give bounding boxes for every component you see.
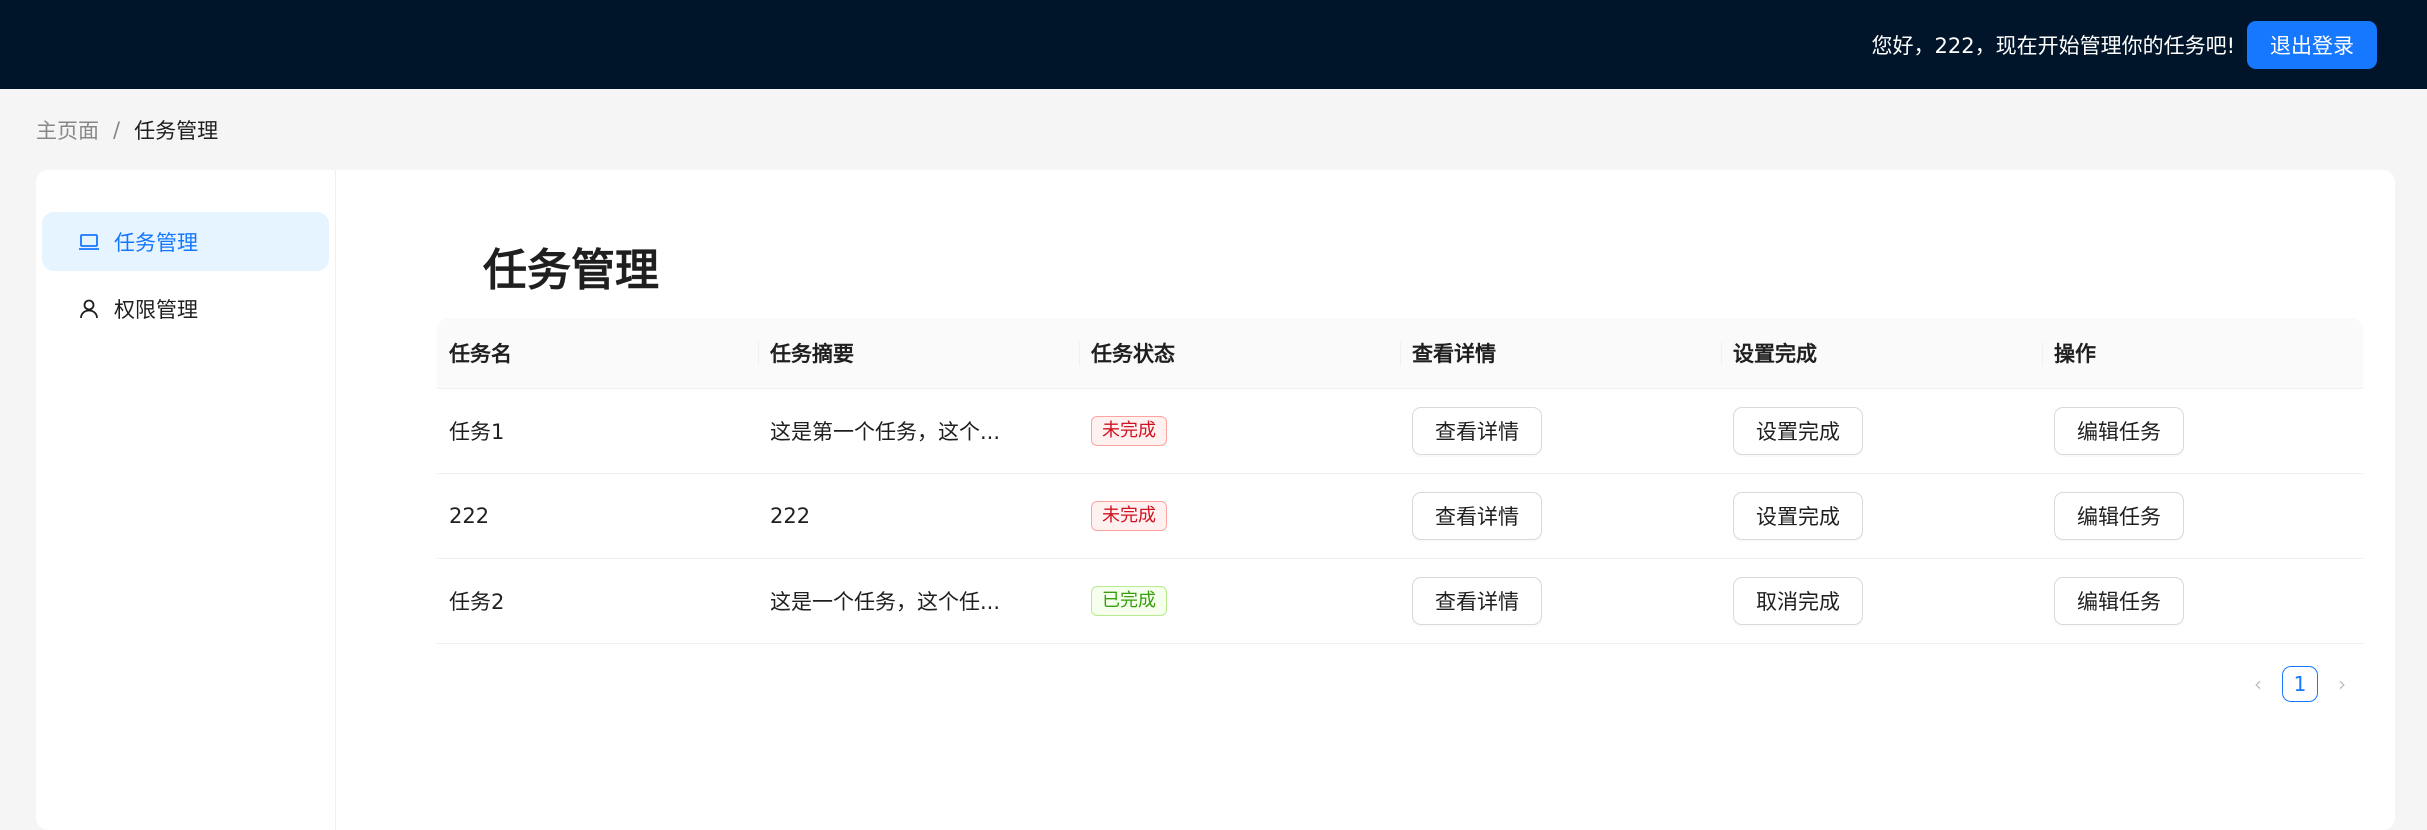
task-summary: 这是第一个任务，这个... (770, 420, 1001, 444)
cancel-complete-button[interactable]: 取消完成 (1733, 577, 1863, 625)
status-badge: 已完成 (1091, 586, 1167, 616)
breadcrumb-home[interactable]: 主页面 (36, 115, 99, 145)
sidebar-menu: 任务管理 权限管理 (36, 170, 336, 830)
table-header: 任务名 任务摘要 任务状态 查看详情 设置完成 操作 (437, 318, 2363, 389)
column-header: 查看详情 (1400, 318, 1721, 389)
edit-task-button[interactable]: 编辑任务 (2054, 577, 2184, 625)
sidebar-item-task-management[interactable]: 任务管理 (42, 212, 329, 271)
task-name: 任务1 (449, 420, 505, 444)
set-complete-button[interactable]: 设置完成 (1733, 407, 1863, 455)
task-name: 222 (449, 504, 490, 528)
sidebar-item-permission-management[interactable]: 权限管理 (42, 279, 329, 338)
view-details-button[interactable]: 查看详情 (1412, 407, 1542, 455)
column-header: 任务状态 (1079, 318, 1400, 389)
task-summary: 222 (770, 504, 811, 528)
view-details-button[interactable]: 查看详情 (1412, 492, 1542, 540)
breadcrumb-current: 任务管理 (134, 119, 219, 143)
laptop-icon (78, 231, 100, 253)
task-summary: 这是一个任务，这个任... (770, 590, 1001, 614)
sidebar-item-label: 任务管理 (114, 230, 198, 255)
table-row: 任务1 这是第一个任务，这个... 未完成 查看详情 设置完成 编辑任务 (437, 389, 2363, 474)
user-icon (78, 298, 100, 320)
next-page-icon[interactable]: › (2324, 666, 2360, 702)
table-row: 任务2 这是一个任务，这个任... 已完成 查看详情 取消完成 编辑任务 (437, 559, 2363, 644)
status-badge: 未完成 (1091, 416, 1167, 446)
column-header: 操作 (2042, 318, 2363, 389)
main-card: 任务管理 权限管理 任务管理 任务名 任务摘要 任务状态 查看详情 设置完成 操… (36, 170, 2395, 830)
prev-page-icon[interactable]: ‹ (2240, 666, 2276, 702)
view-details-button[interactable]: 查看详情 (1412, 577, 1542, 625)
table-row: 222 222 未完成 查看详情 设置完成 编辑任务 (437, 474, 2363, 559)
task-table: 任务名 任务摘要 任务状态 查看详情 设置完成 操作 任务1 这是第一个任务，这… (437, 318, 2363, 644)
page-title: 任务管理 (483, 245, 659, 296)
content-area: 任务管理 任务名 任务摘要 任务状态 查看详情 设置完成 操作 任务1 这是第一… (401, 170, 2366, 830)
column-header: 设置完成 (1721, 318, 2042, 389)
column-header: 任务摘要 (758, 318, 1079, 389)
greeting-text: 您好，222，现在开始管理你的任务吧! (1871, 33, 2236, 58)
page-number[interactable]: 1 (2282, 666, 2318, 702)
breadcrumb: 主页面 / 任务管理 (36, 114, 218, 146)
sidebar-item-label: 权限管理 (114, 297, 198, 322)
task-name: 任务2 (449, 590, 505, 614)
set-complete-button[interactable]: 设置完成 (1733, 492, 1863, 540)
logout-button[interactable]: 退出登录 (2247, 20, 2377, 69)
breadcrumb-separator: / (113, 118, 121, 142)
column-header: 任务名 (449, 342, 512, 366)
edit-task-button[interactable]: 编辑任务 (2054, 492, 2184, 540)
status-badge: 未完成 (1091, 501, 1167, 531)
top-header: 您好，222，现在开始管理你的任务吧! 退出登录 (0, 0, 2427, 89)
edit-task-button[interactable]: 编辑任务 (2054, 407, 2184, 455)
pagination: ‹ 1 › (2240, 666, 2360, 702)
